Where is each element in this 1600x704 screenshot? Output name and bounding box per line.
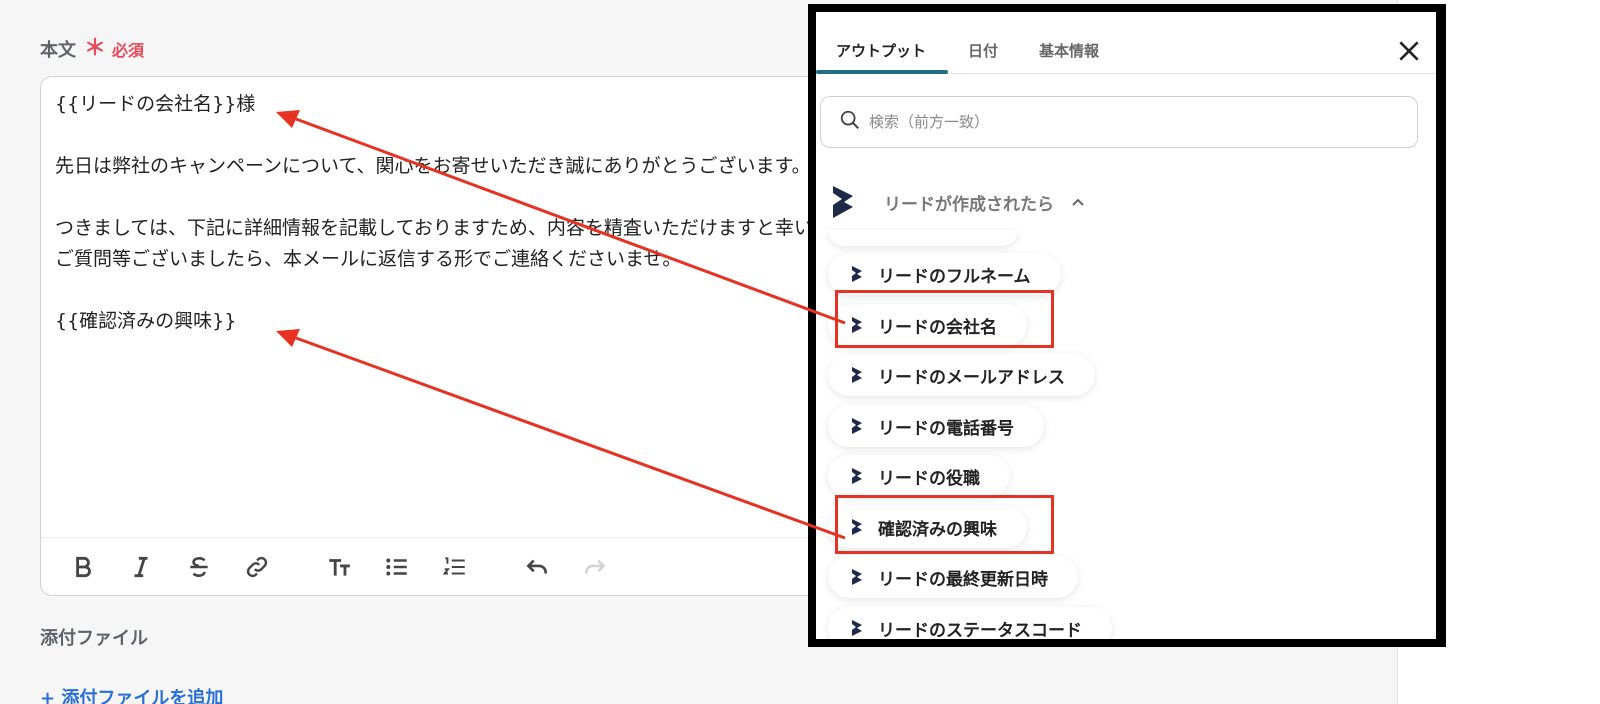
- numbered-list-icon[interactable]: [441, 553, 469, 581]
- output-item[interactable]: リードの役職: [828, 455, 1010, 497]
- output-item[interactable]: リードの最終更新日時: [828, 556, 1078, 598]
- text-size-icon[interactable]: [325, 553, 353, 581]
- group-title: リードが作成されたら: [884, 194, 1054, 215]
- panel-tabs: アウトプット 日付 基本情報: [816, 12, 1436, 74]
- required-star: ＊: [84, 36, 107, 61]
- undo-icon[interactable]: [523, 553, 551, 581]
- dynamics-logo-icon: [852, 266, 862, 282]
- highlight-box-confirmed-interest: [835, 495, 1054, 554]
- search-icon: [839, 109, 861, 135]
- dynamics-logo-icon: [852, 367, 862, 383]
- list-item-clipped: [828, 230, 1018, 246]
- item-label: リードの役職: [878, 468, 980, 489]
- tab-basic-info[interactable]: 基本情報: [1039, 40, 1099, 61]
- item-label: リードのメールアドレス: [878, 367, 1065, 388]
- output-item[interactable]: リードの電話番号: [828, 405, 1044, 447]
- item-label: リードの最終更新日時: [878, 569, 1048, 590]
- output-item[interactable]: リードのメールアドレス: [828, 354, 1095, 396]
- active-tab-indicator: [816, 70, 948, 74]
- search-input[interactable]: [869, 113, 1389, 131]
- dynamics-logo-icon: [852, 468, 862, 484]
- bold-icon[interactable]: [69, 553, 97, 581]
- dynamics-logo-icon: [852, 569, 862, 585]
- output-item[interactable]: リードのステータスコード: [828, 607, 1112, 641]
- body-label-text: 本文: [40, 40, 76, 61]
- dynamics-logo-icon: [852, 620, 862, 636]
- required-text: 必須: [112, 41, 145, 60]
- chevron-up-icon[interactable]: [1070, 194, 1086, 210]
- link-icon[interactable]: [243, 553, 271, 581]
- tab-output[interactable]: アウトプット: [836, 40, 926, 61]
- highlight-box-company-name: [835, 290, 1054, 348]
- tab-date[interactable]: 日付: [968, 40, 998, 61]
- italic-icon[interactable]: [127, 553, 155, 581]
- close-icon[interactable]: [1396, 38, 1422, 64]
- output-item[interactable]: リードのフルネーム: [828, 253, 1061, 295]
- item-label: リードの電話番号: [878, 418, 1014, 439]
- dynamics-logo-icon: [852, 418, 862, 434]
- search-field[interactable]: [820, 96, 1418, 148]
- dynamics-logo-icon: [830, 185, 856, 219]
- bullet-list-icon[interactable]: [383, 553, 411, 581]
- item-label: リードのステータスコード: [878, 620, 1082, 641]
- body-field-label: 本文 ＊ 必須: [40, 36, 144, 62]
- redo-icon[interactable]: [581, 553, 609, 581]
- attachment-label: 添付ファイル: [40, 628, 148, 649]
- add-attachment-link[interactable]: + 添付ファイルを追加: [40, 684, 223, 704]
- strikethrough-icon[interactable]: [185, 553, 213, 581]
- trigger-group-header[interactable]: リードが作成されたら: [830, 184, 1086, 220]
- item-label: リードのフルネーム: [878, 266, 1031, 287]
